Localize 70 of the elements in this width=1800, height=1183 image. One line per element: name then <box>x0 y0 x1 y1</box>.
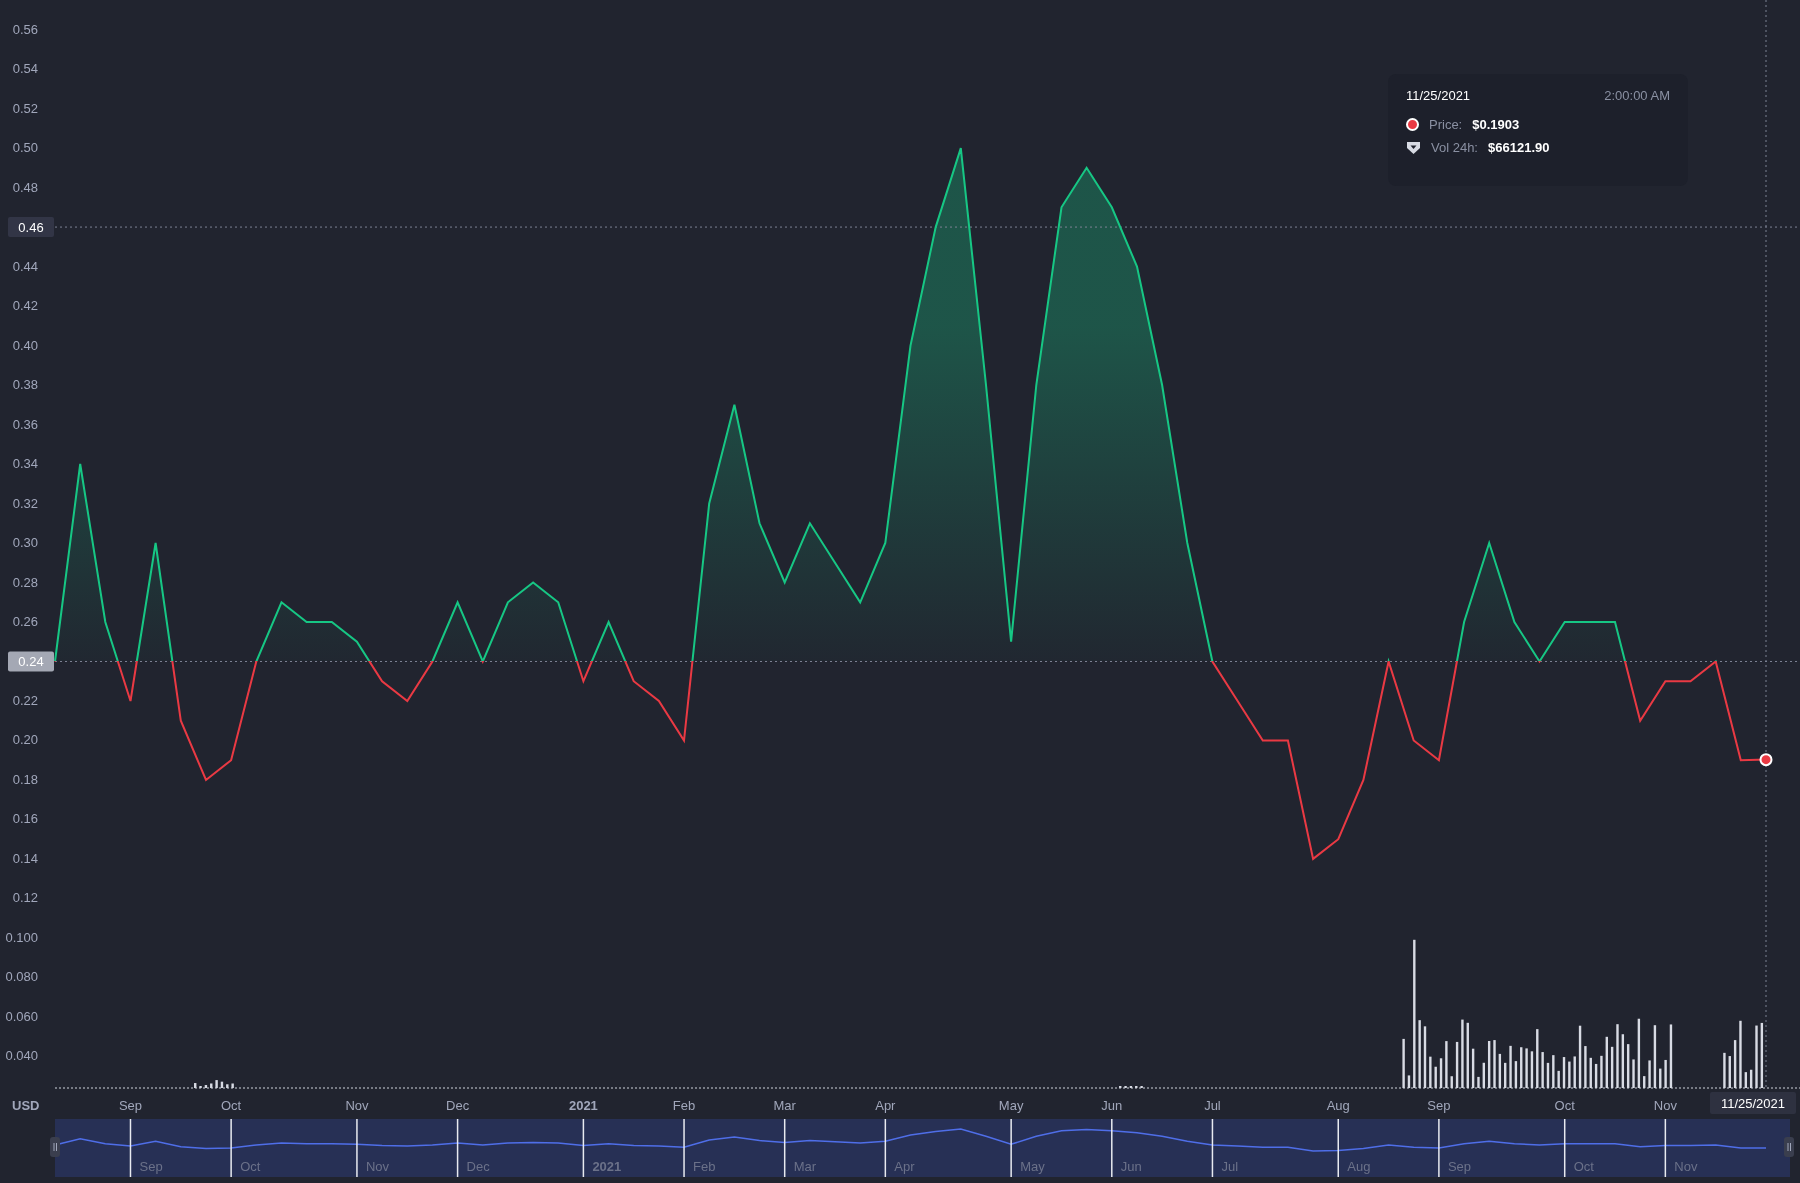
axis-label: Oct <box>1554 1098 1575 1113</box>
date-label: 11/25/2021 <box>1710 1092 1796 1114</box>
axis-label: Sep <box>1427 1098 1451 1113</box>
axis-label: Dec <box>446 1098 470 1113</box>
navigator-label: Sep <box>1447 1159 1472 1174</box>
navigator-label: Oct <box>240 1159 261 1174</box>
navigator-label: May <box>1020 1159 1045 1174</box>
axis-label: Apr <box>875 1098 896 1113</box>
axis-label: Mar <box>773 1098 796 1113</box>
navigator-label: Nov <box>1674 1159 1698 1174</box>
axis-label: 0.44 <box>12 258 38 274</box>
axis-label: 0.26 <box>12 614 38 629</box>
axis-label: 0.38 <box>12 377 38 393</box>
navigator-label: Jun <box>1120 1159 1142 1174</box>
axis-label: Sep <box>118 1098 143 1113</box>
navigator-label: Apr <box>894 1159 915 1174</box>
axis-label: 0.50 <box>12 140 38 156</box>
navigator-label: Mar <box>793 1159 817 1174</box>
tooltip-label: Price: <box>1429 117 1463 132</box>
axis-label: 0.040 <box>5 1048 38 1064</box>
axis-label: 0.36 <box>12 416 38 432</box>
axis-label: Nov <box>1653 1098 1677 1113</box>
axis-label: 0.28 <box>12 574 38 590</box>
axis-label: 0.52 <box>12 100 38 116</box>
navigator-label: Sep <box>139 1159 163 1174</box>
axis-label: Oct <box>221 1098 242 1113</box>
axis-label: 0.40 <box>12 337 38 353</box>
navigator-label: Dec <box>466 1159 490 1174</box>
navigator-label: Nov <box>365 1159 390 1174</box>
axis-label: 0.32 <box>12 495 38 511</box>
tooltip-value: $0.1903 <box>1472 117 1520 132</box>
axis-label: 0.18 <box>12 771 38 787</box>
currency-label: USD <box>12 1098 40 1113</box>
axis-label: 0.12 <box>12 890 38 906</box>
tooltip-label: Vol 24h: <box>1431 140 1478 155</box>
axis-label: 0.060 <box>5 1008 38 1024</box>
axis-label: 0.16 <box>12 811 38 827</box>
axis-label: 0.20 <box>12 732 38 748</box>
navigator-label: Oct <box>1573 1159 1594 1174</box>
axis-label: Jul <box>1204 1098 1221 1113</box>
tooltip-date: 11/25/2021 <box>1406 88 1471 103</box>
range-handle[interactable] <box>1784 1137 1794 1157</box>
axis-label: 0.34 <box>12 456 38 472</box>
shield-icon <box>1406 140 1421 155</box>
navigator-panel[interactable] <box>55 1119 1790 1177</box>
range-handle[interactable] <box>50 1137 60 1157</box>
axis-label: 0.30 <box>12 535 38 550</box>
price-label: 0.24 <box>8 651 54 672</box>
axis-label: 0.56 <box>12 21 38 37</box>
axis-label: Nov <box>345 1098 369 1113</box>
axis-label: 0.100 <box>5 929 38 945</box>
axis-label: 0.54 <box>12 61 38 77</box>
navigator-label: Aug <box>1347 1159 1371 1174</box>
axis-label: Feb <box>672 1098 696 1113</box>
navigator-label: Feb <box>693 1159 716 1174</box>
axis-label: Jun <box>1101 1098 1123 1113</box>
axis-label: 0.080 <box>5 969 38 985</box>
axis-label: 0.48 <box>12 179 38 195</box>
axis-label: 0.22 <box>12 693 38 708</box>
axis-label: 2021 <box>568 1098 598 1113</box>
axis-label: 0.14 <box>12 850 38 866</box>
tooltip-time: 2:00:00 AM <box>1604 88 1670 103</box>
axis-label: 0.42 <box>12 298 38 314</box>
tooltip-value: $66121.90 <box>1488 140 1550 155</box>
axis-label: Aug <box>1326 1098 1350 1113</box>
axis-label: May <box>998 1098 1024 1113</box>
price-label: 0.46 <box>8 217 54 238</box>
price-marker <box>1759 753 1773 767</box>
navigator-label: 2021 <box>592 1159 622 1174</box>
navigator-label: Jul <box>1221 1159 1239 1174</box>
